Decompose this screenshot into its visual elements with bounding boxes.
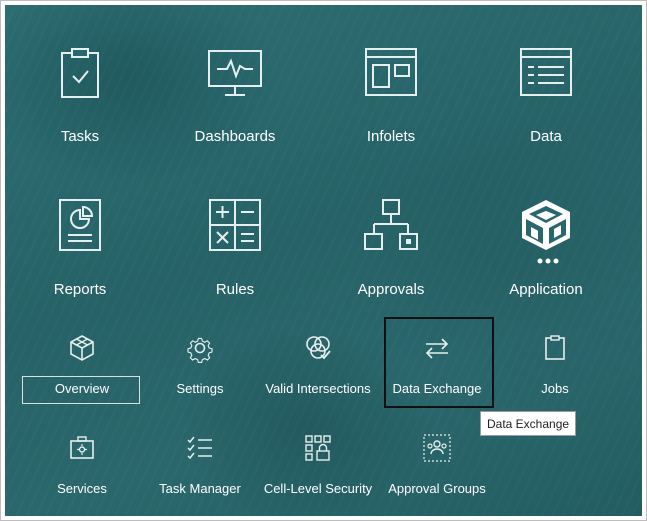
tile-label: Tasks bbox=[60, 128, 100, 145]
monitor-chart-icon bbox=[208, 50, 262, 96]
tile-label: Application bbox=[509, 281, 583, 298]
tile-application[interactable]: Application bbox=[486, 198, 606, 338]
group-icon bbox=[423, 434, 451, 462]
arrows-exchange-icon bbox=[425, 338, 449, 359]
tile-approvals[interactable]: Approvals bbox=[331, 198, 451, 338]
nav-label: Jobs bbox=[541, 381, 569, 396]
tile-tasks[interactable]: Tasks bbox=[20, 45, 140, 185]
tile-label: Rules bbox=[215, 281, 255, 298]
nav-task-manager[interactable]: Task Manager bbox=[140, 433, 260, 513]
more-dots-icon bbox=[537, 258, 559, 264]
tile-label: Data bbox=[530, 128, 562, 145]
clipboard-check-icon bbox=[61, 48, 99, 98]
tile-label: Dashboards bbox=[194, 128, 276, 145]
window-frame: Tasks Dashboards Infolets Data Reports R… bbox=[0, 0, 647, 521]
intersection-icon bbox=[306, 336, 331, 360]
tile-label: Approvals bbox=[357, 281, 425, 298]
tile-dashboards[interactable]: Dashboards bbox=[175, 45, 295, 185]
calculator-icon bbox=[209, 199, 261, 251]
nav-valid-intersections[interactable]: Valid Intersections bbox=[258, 333, 378, 413]
nav-approval-groups[interactable]: Approval Groups bbox=[377, 433, 497, 513]
report-chart-icon bbox=[59, 199, 101, 251]
cube-small-icon bbox=[70, 335, 94, 361]
grid-lock-icon bbox=[305, 435, 331, 461]
tile-label: Infolets bbox=[366, 128, 416, 145]
nav-label: Approval Groups bbox=[388, 481, 486, 496]
nav-cell-level-security[interactable]: Cell-Level Security bbox=[258, 433, 378, 513]
nav-overview[interactable]: Overview bbox=[22, 333, 142, 413]
tile-label: Reports bbox=[53, 281, 107, 298]
nav-data-exchange[interactable]: Data Exchange bbox=[377, 333, 497, 413]
tile-infolets[interactable]: Infolets bbox=[331, 45, 451, 185]
tile-data[interactable]: Data bbox=[486, 45, 606, 185]
clipboard-icon bbox=[545, 335, 565, 360]
nav-services[interactable]: Services bbox=[22, 433, 142, 513]
data-grid-icon bbox=[520, 48, 572, 96]
nav-jobs[interactable]: Jobs bbox=[495, 333, 615, 413]
navigator-panel: Tasks Dashboards Infolets Data Reports R… bbox=[5, 5, 642, 516]
hierarchy-icon bbox=[364, 199, 418, 250]
toolbox-icon bbox=[70, 436, 94, 459]
tile-rules[interactable]: Rules bbox=[175, 198, 295, 338]
infolets-icon bbox=[365, 48, 417, 96]
tile-reports[interactable]: Reports bbox=[20, 198, 140, 338]
nav-settings[interactable]: Settings bbox=[140, 333, 260, 413]
checklist-icon bbox=[187, 436, 212, 460]
gear-icon bbox=[187, 337, 213, 363]
